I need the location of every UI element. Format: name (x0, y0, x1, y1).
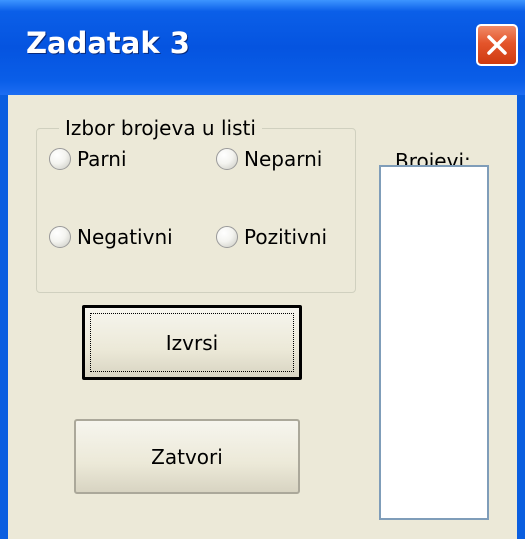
radio-label-neparni: Neparni (244, 147, 323, 171)
window-title: Zadatak 3 (26, 26, 190, 60)
groupbox-legend: Izbor brojeva u listi (59, 116, 262, 140)
dialog-client-area: Izbor brojeva u listi Parni Neparni Nega… (8, 95, 517, 539)
close-icon (487, 35, 507, 55)
close-window-button[interactable] (476, 24, 518, 66)
radio-label-parni: Parni (77, 147, 127, 171)
close-button[interactable]: Zatvori (74, 419, 300, 494)
close-button-label: Zatvori (151, 444, 223, 469)
radio-button-icon[interactable] (216, 226, 238, 248)
radio-label-negativni: Negativni (77, 225, 173, 249)
radio-button-icon[interactable] (49, 148, 71, 170)
numbers-listbox[interactable] (379, 165, 489, 520)
radio-label-pozitivni: Pozitivni (244, 225, 328, 249)
title-bar[interactable]: Zadatak 3 (0, 0, 525, 95)
radio-button-icon[interactable] (216, 148, 238, 170)
radio-negativni[interactable]: Negativni (49, 225, 173, 249)
radio-neparni[interactable]: Neparni (216, 147, 322, 171)
dialog-window: Zadatak 3 Izbor brojeva u listi Parni Ne… (0, 0, 525, 539)
radio-button-icon[interactable] (49, 226, 71, 248)
execute-button[interactable]: Izvrsi (82, 305, 302, 380)
execute-button-label: Izvrsi (165, 330, 219, 355)
radio-parni[interactable]: Parni (49, 147, 127, 171)
radio-pozitivni[interactable]: Pozitivni (216, 225, 327, 249)
